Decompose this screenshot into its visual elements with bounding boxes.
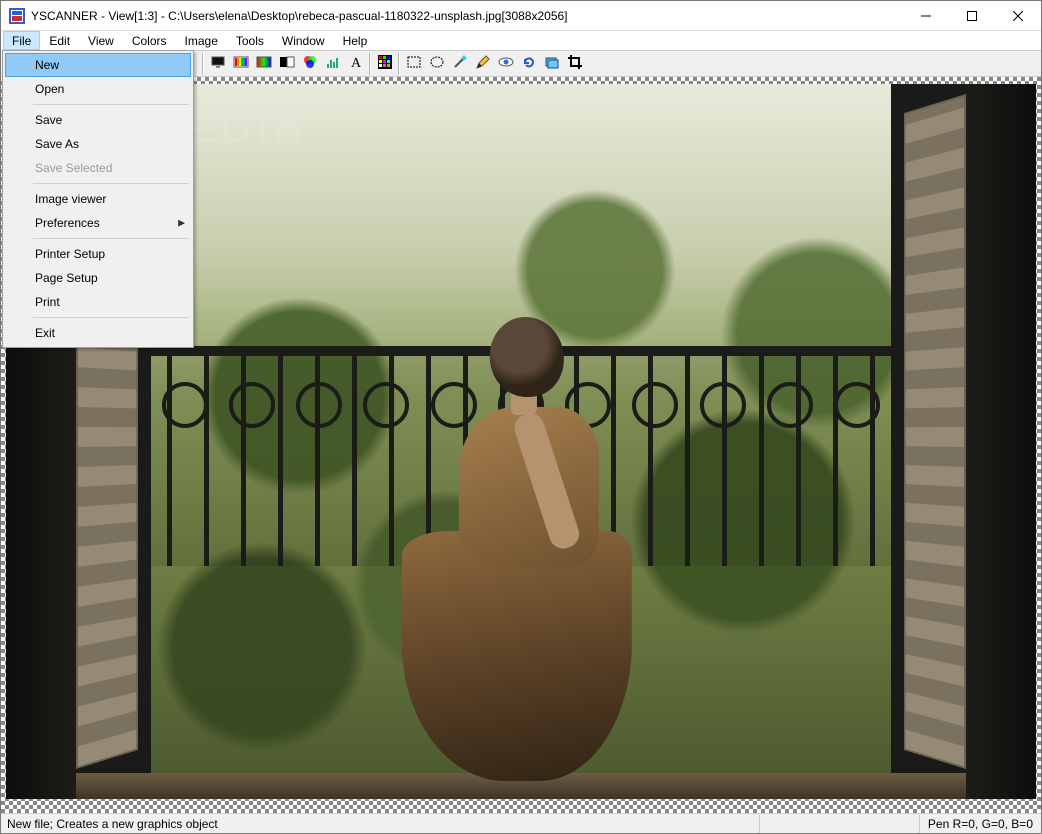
file-menu-image-viewer[interactable]: Image viewer xyxy=(5,187,191,211)
minimize-button[interactable] xyxy=(903,1,949,30)
spectrum-icon xyxy=(233,54,249,73)
status-mid xyxy=(760,814,920,833)
menu-help[interactable]: Help xyxy=(334,31,377,50)
titlebar: YSCANNER - View[1:3] - C:\Users\elena\De… xyxy=(1,1,1041,31)
file-menu-dropdown: NewOpen SaveSave AsSave Selected Image vie… xyxy=(2,50,194,348)
file-menu-printer-setup[interactable]: Printer Setup xyxy=(5,242,191,266)
monitor-button[interactable] xyxy=(206,53,229,75)
app-icon xyxy=(9,8,25,24)
invert-icon xyxy=(279,54,295,73)
file-menu-page-setup[interactable]: Page Setup xyxy=(5,266,191,290)
window-controls xyxy=(903,1,1041,30)
pencil-button[interactable] xyxy=(471,53,494,75)
text-button[interactable]: A xyxy=(344,53,367,75)
file-menu-save[interactable]: Save xyxy=(5,108,191,132)
file-menu-save-selected: Save Selected xyxy=(5,156,191,180)
spectrum-button[interactable] xyxy=(229,53,252,75)
select-rect-button[interactable] xyxy=(402,53,425,75)
select-oval-button[interactable] xyxy=(425,53,448,75)
file-menu-save-as[interactable]: Save As xyxy=(5,132,191,156)
file-menu-preferences[interactable]: Preferences▶ xyxy=(5,211,191,235)
stack-button[interactable] xyxy=(540,53,563,75)
menu-tools[interactable]: Tools xyxy=(227,31,273,50)
monitor-icon xyxy=(210,54,226,73)
eye-icon xyxy=(498,54,514,73)
eye-button[interactable] xyxy=(494,53,517,75)
colormap-icon xyxy=(377,54,393,73)
toolbar-separator xyxy=(398,53,400,75)
gradient-button[interactable] xyxy=(252,53,275,75)
rgb-icon xyxy=(302,54,318,73)
file-menu-new[interactable]: New xyxy=(5,53,191,77)
crop-icon xyxy=(567,54,583,73)
menu-separator xyxy=(33,183,189,184)
pencil-icon xyxy=(475,54,491,73)
maximize-button[interactable] xyxy=(949,1,995,30)
select-oval-icon xyxy=(429,54,445,73)
menu-image[interactable]: Image xyxy=(176,31,227,50)
rotate-icon xyxy=(521,54,537,73)
menu-separator xyxy=(33,104,189,105)
menu-file[interactable]: File xyxy=(3,31,40,50)
file-menu-open[interactable]: Open xyxy=(5,77,191,101)
menubar: FileEditViewColorsImageToolsWindowHelp xyxy=(1,31,1041,51)
levels-button[interactable] xyxy=(321,53,344,75)
svg-text:A: A xyxy=(351,56,362,70)
crop-button[interactable] xyxy=(563,53,586,75)
select-rect-icon xyxy=(406,54,422,73)
stack-icon xyxy=(544,54,560,73)
window-title: YSCANNER - View[1:3] - C:\Users\elena\De… xyxy=(31,9,903,23)
status-pen-color: Pen R=0, G=0, B=0 xyxy=(920,814,1041,833)
levels-icon xyxy=(325,54,341,73)
menu-view[interactable]: View xyxy=(79,31,123,50)
file-menu-print[interactable]: Print xyxy=(5,290,191,314)
close-button[interactable] xyxy=(995,1,1041,30)
menu-separator xyxy=(33,317,189,318)
wand-icon xyxy=(452,54,468,73)
file-menu-exit[interactable]: Exit xyxy=(5,321,191,345)
wand-button[interactable] xyxy=(448,53,471,75)
menu-colors[interactable]: Colors xyxy=(123,31,176,50)
menu-edit[interactable]: Edit xyxy=(40,31,79,50)
chevron-right-icon: ▶ xyxy=(178,218,185,229)
menu-window[interactable]: Window xyxy=(273,31,334,50)
colormap-button[interactable] xyxy=(373,53,396,75)
menu-separator xyxy=(33,238,189,239)
status-hint: New file; Creates a new graphics object xyxy=(1,814,760,833)
toolbar-separator xyxy=(369,53,371,75)
gradient-icon xyxy=(256,54,272,73)
figure-silhouette xyxy=(386,311,646,781)
rgb-button[interactable] xyxy=(298,53,321,75)
toolbar-separator xyxy=(202,53,204,75)
rotate-button[interactable] xyxy=(517,53,540,75)
invert-button[interactable] xyxy=(275,53,298,75)
text-icon: A xyxy=(348,54,364,73)
statusbar: New file; Creates a new graphics object … xyxy=(1,813,1041,833)
